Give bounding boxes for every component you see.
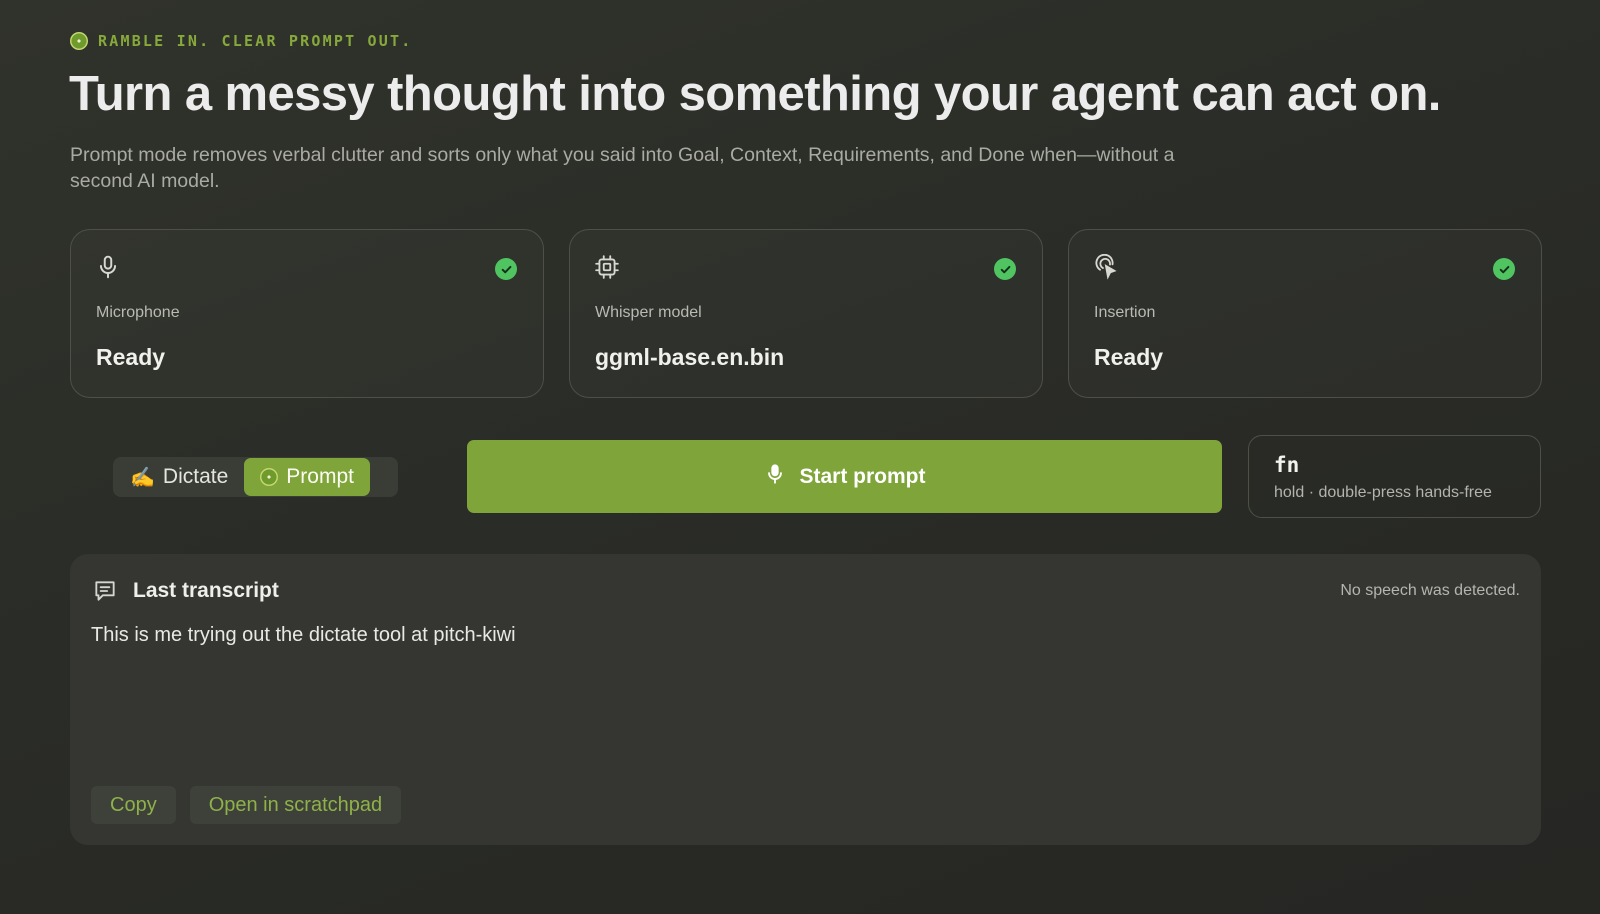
page-title: Turn a messy thought into something your… [69, 67, 1441, 121]
prompt-mode-button[interactable]: Prompt [244, 458, 370, 496]
check-icon [495, 258, 517, 280]
transcript-status: No speech was detected. [1340, 582, 1520, 599]
page-subtitle: Prompt mode removes verbal clutter and s… [70, 144, 1175, 192]
chip-icon [594, 254, 620, 280]
tagline: RAMBLE IN. CLEAR PROMPT OUT. [70, 32, 412, 50]
card-value: ggml-base.en.bin [595, 344, 785, 370]
card-label: Whisper model [595, 304, 702, 321]
tagline-text: RAMBLE IN. CLEAR PROMPT OUT. [98, 32, 413, 50]
card-label: Insertion [1094, 304, 1156, 321]
start-prompt-button[interactable]: Start prompt [467, 440, 1222, 513]
card-value: Ready [96, 344, 166, 370]
transcript-actions: Copy Open in scratchpad [91, 786, 402, 824]
writing-hand-icon: ✍️ [130, 466, 155, 489]
mode-label: Prompt [286, 465, 354, 488]
mode-toggle: ✍️ Dictate Prompt [113, 457, 398, 497]
pointer-tap-icon [1093, 253, 1119, 280]
kiwi-icon [260, 468, 279, 486]
microphone-icon [95, 254, 121, 280]
insertion-status-card: Insertion Ready [1068, 229, 1542, 398]
open-in-scratchpad-button[interactable]: Open in scratchpad [189, 786, 402, 824]
microphone-icon [764, 462, 786, 492]
transcript-title: Last transcript [133, 579, 279, 602]
whisper-model-status-card: Whisper model ggml-base.en.bin [569, 229, 1043, 398]
card-value: Ready [1094, 344, 1164, 370]
kiwi-icon [70, 32, 88, 50]
dictate-mode-button[interactable]: ✍️ Dictate [114, 458, 244, 496]
start-prompt-label: Start prompt [799, 464, 926, 488]
check-icon [1493, 258, 1515, 280]
microphone-status-card: Microphone Ready [70, 229, 544, 398]
mode-label: Dictate [162, 465, 229, 488]
message-icon [92, 578, 118, 604]
last-transcript-panel: Last transcript No speech was detected. … [70, 554, 1541, 845]
transcript-text[interactable]: This is me trying out the dictate tool a… [91, 624, 516, 647]
hotkey-hint: fn hold · double-press hands-free [1248, 435, 1541, 518]
copy-button[interactable]: Copy [91, 786, 176, 824]
hotkey-key: fn [1274, 453, 1300, 477]
check-icon [994, 258, 1016, 280]
hotkey-description: hold · double-press hands-free [1274, 484, 1492, 501]
card-label: Microphone [96, 304, 180, 321]
